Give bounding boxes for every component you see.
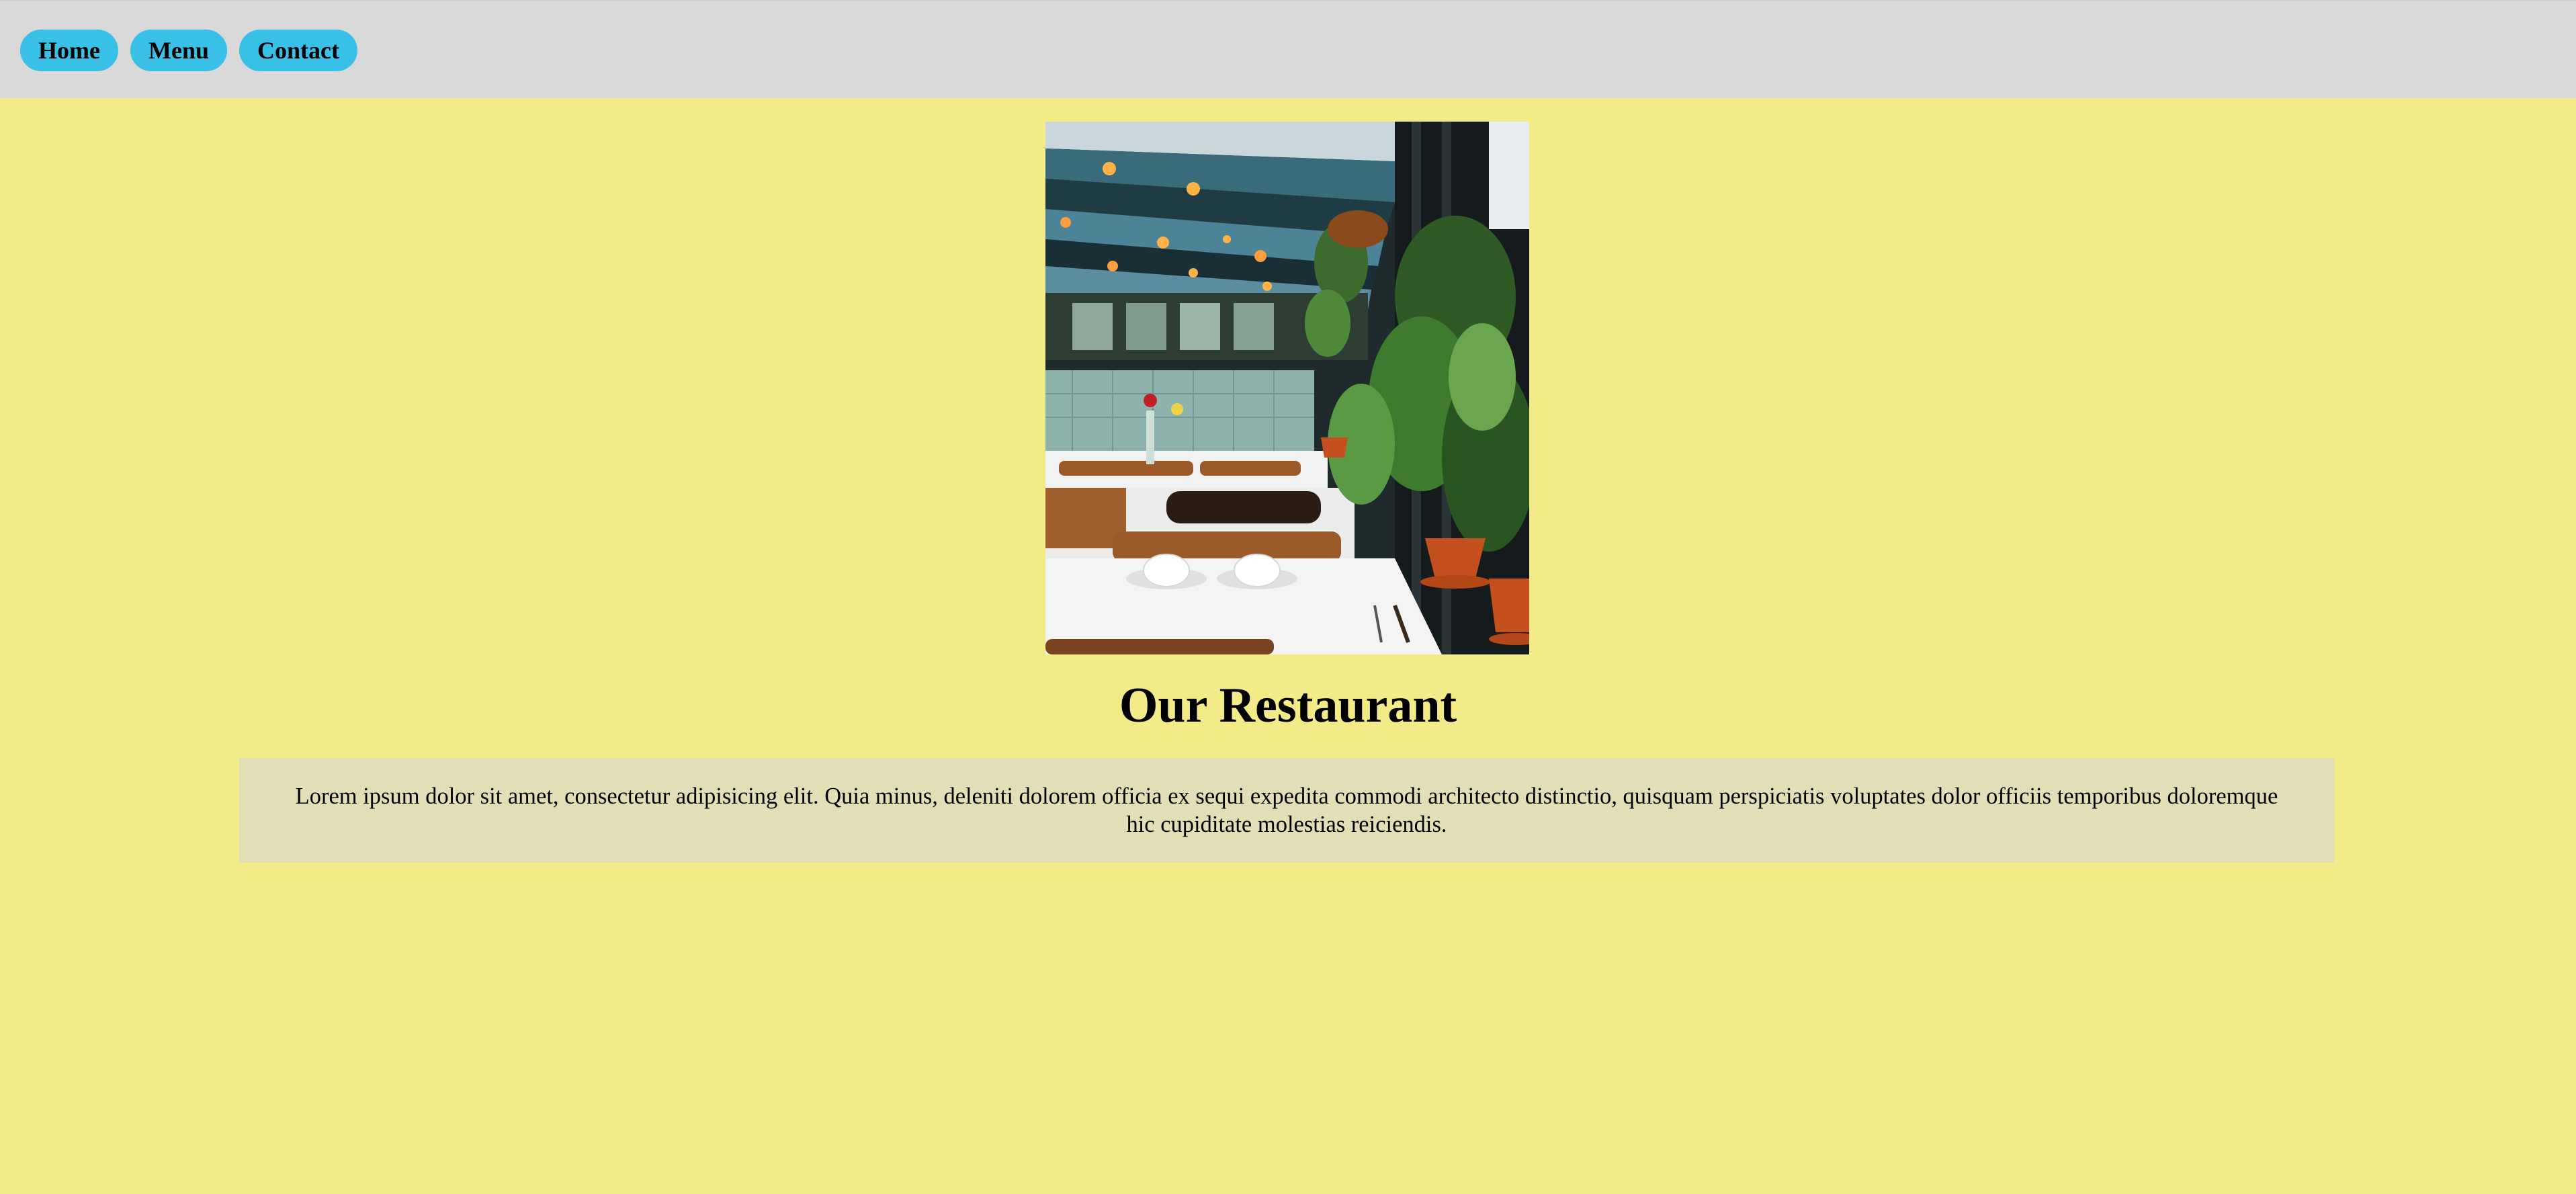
nav-menu-button[interactable]: Menu — [130, 30, 227, 71]
description-box: Lorem ipsum dolor sit amet, consectetur … — [239, 758, 2334, 863]
restaurant-photo — [1045, 122, 1529, 654]
top-navigation-bar: Home Menu Contact — [0, 0, 2576, 98]
description-text: Lorem ipsum dolor sit amet, consectetur … — [295, 783, 2278, 837]
page-title: Our Restaurant — [1119, 678, 1457, 733]
nav-home-button[interactable]: Home — [20, 30, 118, 71]
nav-contact-button[interactable]: Contact — [239, 30, 357, 71]
